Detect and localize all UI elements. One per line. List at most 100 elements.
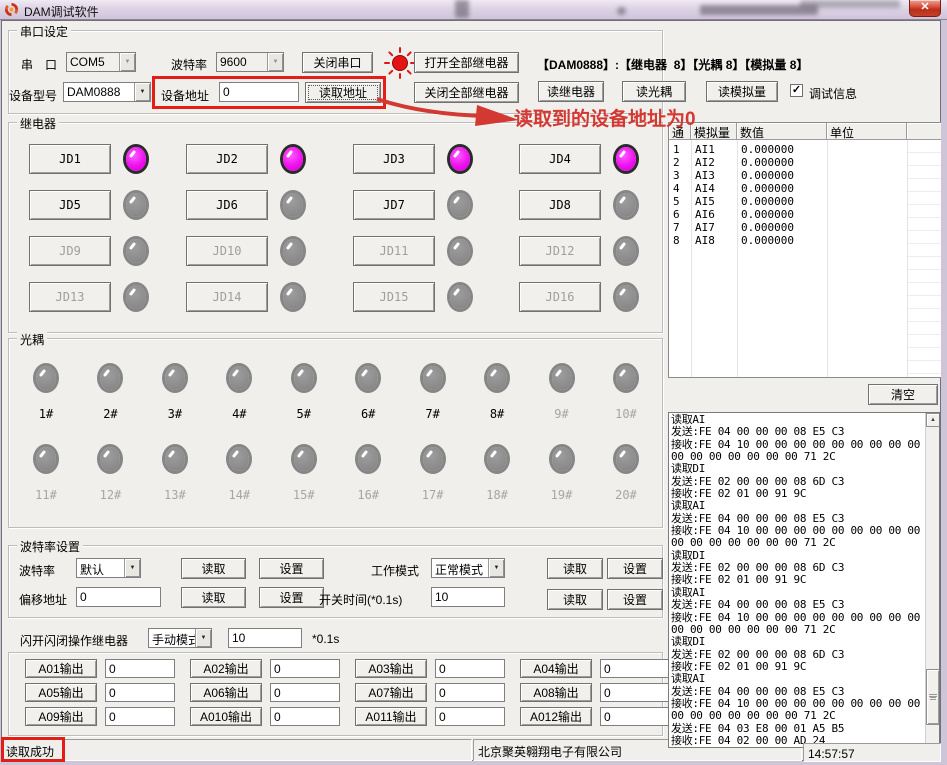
flash-mode-value: 手动模式: [149, 629, 195, 647]
opto-led: [294, 447, 314, 471]
relay-jd5-button[interactable]: JD5: [29, 190, 111, 220]
flash-relay-label: 闪开闪闭操作继电器: [20, 632, 128, 649]
output-a07-button[interactable]: A07输出: [355, 683, 427, 702]
scrollbar-thumb[interactable]: [926, 669, 940, 725]
flash-time-input[interactable]: [228, 628, 302, 648]
read-analog-button[interactable]: 读模拟量: [706, 81, 778, 102]
baudrate-set-button[interactable]: 设置: [259, 558, 324, 579]
read-address-button[interactable]: 读取地址: [305, 82, 381, 103]
port-label: 串 口: [21, 56, 57, 73]
baudrate-select[interactable]: 默认 ▼: [76, 558, 141, 578]
output-a011-button[interactable]: A011输出: [355, 707, 427, 726]
output-a05-input[interactable]: [105, 683, 175, 702]
table-cell: AI8: [691, 234, 737, 247]
relay-jd10-button: JD10: [186, 236, 268, 266]
baudrate-read-button[interactable]: 读取: [181, 558, 246, 579]
output-a05-button[interactable]: A05输出: [25, 683, 97, 702]
column-header[interactable]: 模拟量: [691, 123, 737, 140]
scroll-up-icon[interactable]: ▲: [926, 413, 940, 427]
opto-label: 12#: [100, 488, 122, 502]
output-a09-button[interactable]: A09输出: [25, 707, 97, 726]
analog-outputs-panel: A01输出 A02输出 A03输出 A04输出 A05输出 A06输出 A07输…: [8, 652, 663, 736]
output-a02-button[interactable]: A02输出: [190, 659, 262, 678]
table-cell: AI4: [691, 182, 737, 195]
opto-label: 8#: [490, 407, 504, 421]
background-blob: [455, 0, 469, 18]
relay-group: 继电器 JD1 JD2 JD3 JD4 JD5 JD6 JD7 JD8 JD9 …: [8, 122, 663, 333]
offset-set-button[interactable]: 设置: [259, 587, 324, 608]
opto-label: 19#: [551, 488, 573, 502]
relay-jd6-button[interactable]: JD6: [186, 190, 268, 220]
output-a012-input[interactable]: [600, 707, 670, 726]
table-cell: AI1: [691, 143, 737, 156]
debug-info-checkbox[interactable]: ✓: [790, 84, 803, 97]
output-a010-button[interactable]: A010输出: [190, 707, 262, 726]
opto-label: 11#: [35, 488, 57, 502]
clear-log-button[interactable]: 清空: [868, 384, 938, 405]
workmode-select[interactable]: 正常模式 ▼: [431, 558, 505, 578]
log-scrollbar[interactable]: ▲: [925, 413, 939, 747]
output-a06-input[interactable]: [270, 683, 340, 702]
output-a012-button[interactable]: A012输出: [520, 707, 592, 726]
opto-led: [229, 366, 249, 390]
offset-address-input[interactable]: [76, 587, 161, 607]
opto-led: [229, 447, 249, 471]
opto-label: 18#: [486, 488, 508, 502]
baud-value: 9600: [217, 53, 267, 71]
output-a07-input[interactable]: [435, 683, 505, 702]
column-header[interactable]: 数值: [737, 123, 827, 140]
background-blob: [800, 0, 900, 8]
opto-group: 光耦 1# 2# 3# 4# 5# 6# 7# 8# 9# 10# 11# 12…: [8, 338, 663, 528]
output-a04-input[interactable]: [600, 659, 670, 678]
relay-led: [616, 239, 636, 263]
output-a03-input[interactable]: [435, 659, 505, 678]
output-a02-input[interactable]: [270, 659, 340, 678]
output-a09-input[interactable]: [105, 707, 175, 726]
open-all-relays-button[interactable]: 打开全部继电器: [414, 52, 519, 73]
switch-time-input[interactable]: [431, 587, 505, 607]
output-a04-button[interactable]: A04输出: [520, 659, 592, 678]
relay-jd1-button[interactable]: JD1: [29, 144, 111, 174]
relay-jd8-button[interactable]: JD8: [519, 190, 601, 220]
close-serial-button[interactable]: 关闭串口: [302, 52, 373, 73]
dropdown-arrow-icon: ▼: [119, 53, 135, 71]
switch-time-label: 开关时间(*0.1s): [319, 591, 402, 608]
baudrate-value: 默认: [77, 559, 124, 577]
offset-read-button[interactable]: 读取: [181, 587, 246, 608]
output-a011-input[interactable]: [435, 707, 505, 726]
model-select[interactable]: DAM0888 ▼: [63, 82, 151, 102]
relay-jd2-button[interactable]: JD2: [186, 144, 268, 174]
opto-label: 5#: [297, 407, 311, 421]
relay-group-title: 继电器: [17, 115, 59, 132]
output-a01-button[interactable]: A01输出: [25, 659, 97, 678]
workmode-label: 工作模式: [371, 562, 419, 579]
table-cell: AI5: [691, 195, 737, 208]
analog-table: 通 模拟量 数值 单位 1 AI1 0.000000 2 AI2 0.00000…: [668, 122, 945, 378]
workmode-set-button[interactable]: 设置: [607, 558, 663, 579]
read-opto-button[interactable]: 读光耦: [622, 81, 686, 102]
table-cell: 0.000000: [737, 156, 827, 169]
relay-jd7-button[interactable]: JD7: [353, 190, 435, 220]
opto-led: [616, 366, 636, 390]
switch-read-button[interactable]: 读取: [547, 589, 603, 610]
opto-led: [100, 366, 120, 390]
relay-led: [283, 239, 303, 263]
output-a08-input[interactable]: [600, 683, 670, 702]
output-a01-input[interactable]: [105, 659, 175, 678]
flash-mode-select[interactable]: 手动模式 ▼: [148, 628, 212, 648]
output-a08-button[interactable]: A08输出: [520, 683, 592, 702]
debug-log-panel[interactable]: 读取AI 发送:FE 04 00 00 00 08 E5 C3 接收:FE 04…: [668, 412, 940, 748]
read-relay-button[interactable]: 读继电器: [538, 81, 604, 102]
workmode-read-button[interactable]: 读取: [547, 558, 603, 579]
output-a03-button[interactable]: A03输出: [355, 659, 427, 678]
relay-jd3-button[interactable]: JD3: [353, 144, 435, 174]
output-a010-input[interactable]: [270, 707, 340, 726]
column-header[interactable]: 单位: [827, 123, 907, 140]
dropdown-arrow-icon: ▼: [134, 83, 150, 101]
switch-set-button[interactable]: 设置: [607, 589, 663, 610]
relay-jd4-button[interactable]: JD4: [519, 144, 601, 174]
output-a06-button[interactable]: A06输出: [190, 683, 262, 702]
close-button[interactable]: ✕: [909, 0, 941, 17]
device-address-input[interactable]: [219, 82, 299, 102]
opto-label: 7#: [425, 407, 439, 421]
